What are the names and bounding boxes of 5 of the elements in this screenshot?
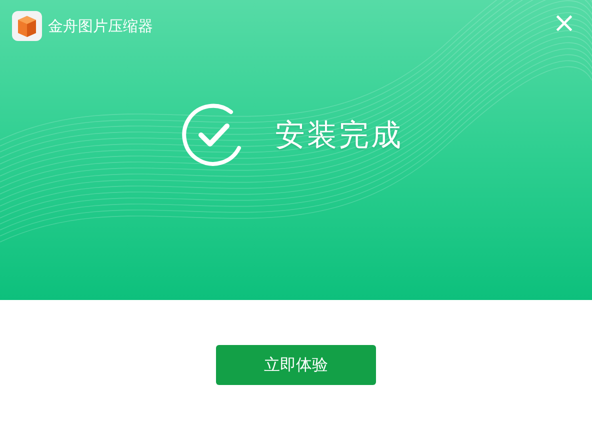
start-button[interactable]: 立即体验 [216, 345, 376, 385]
close-button[interactable]: × [546, 9, 582, 37]
status-message: 安装完成 [275, 116, 403, 154]
app-logo-icon [12, 11, 42, 41]
window-title: 金舟图片压缩器 [48, 16, 154, 36]
